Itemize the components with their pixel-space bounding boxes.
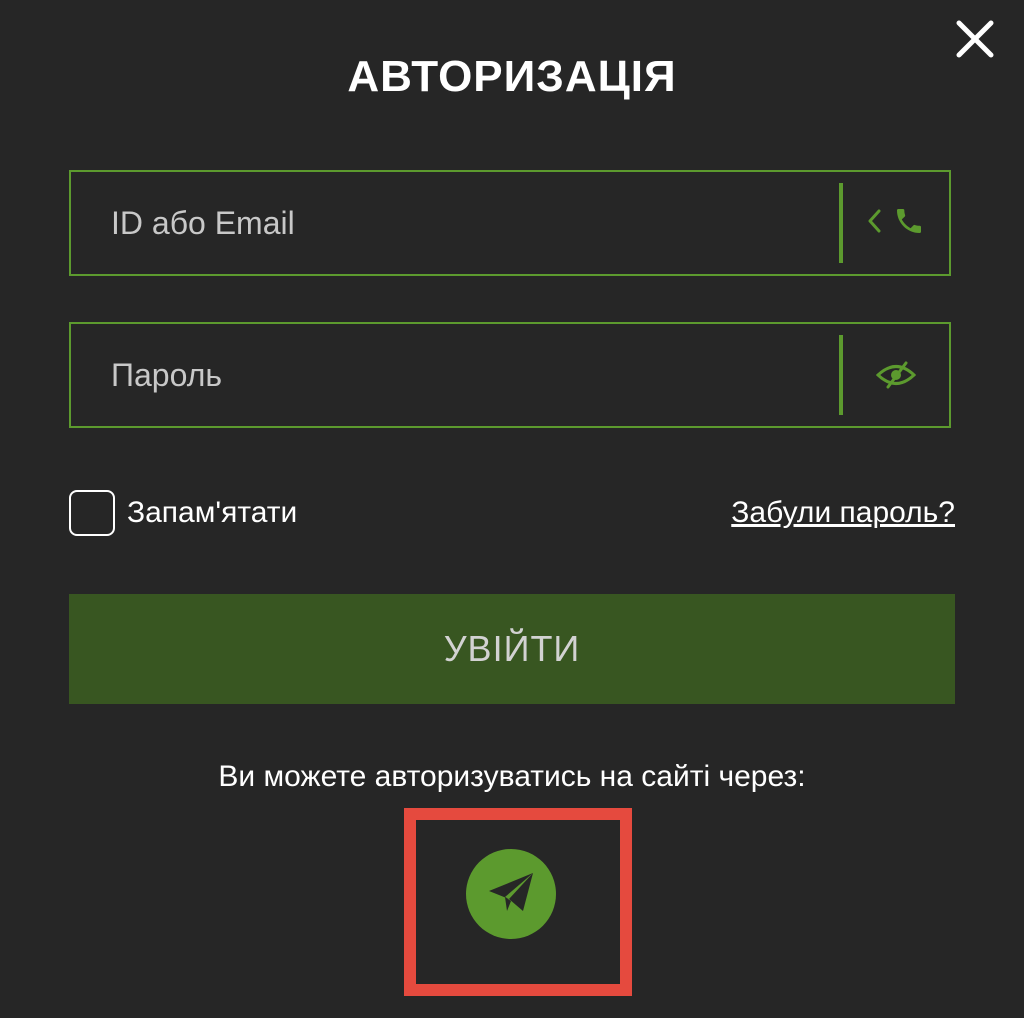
checkbox-box[interactable] — [69, 490, 115, 536]
chevron-left-icon — [867, 209, 881, 238]
password-field[interactable] — [69, 322, 951, 428]
modal-title: АВТОРИЗАЦІЯ — [347, 52, 677, 101]
options-row: Запам'ятати Забули пароль? — [69, 488, 955, 538]
remember-label: Запам'ятати — [127, 496, 298, 529]
remember-me-checkbox[interactable]: Запам'ятати — [69, 490, 297, 536]
telegram-login-button[interactable] — [466, 849, 556, 939]
password-input[interactable] — [71, 323, 839, 427]
eye-slash-icon[interactable] — [843, 324, 949, 426]
login-type-toggle[interactable] — [843, 172, 949, 274]
telegram-icon — [485, 869, 537, 920]
auth-modal: АВТОРИЗАЦІЯ ID або Email Запам'ятати Заб… — [0, 0, 1024, 1018]
forgot-password-link[interactable]: Забули пароль? — [731, 496, 955, 530]
login-input[interactable] — [71, 171, 839, 275]
social-login-text: Ви можете авторизуватись на сайті через: — [218, 760, 806, 793]
phone-icon — [893, 205, 925, 242]
login-field[interactable] — [69, 170, 951, 276]
login-button[interactable]: УВІЙТИ — [69, 594, 955, 704]
